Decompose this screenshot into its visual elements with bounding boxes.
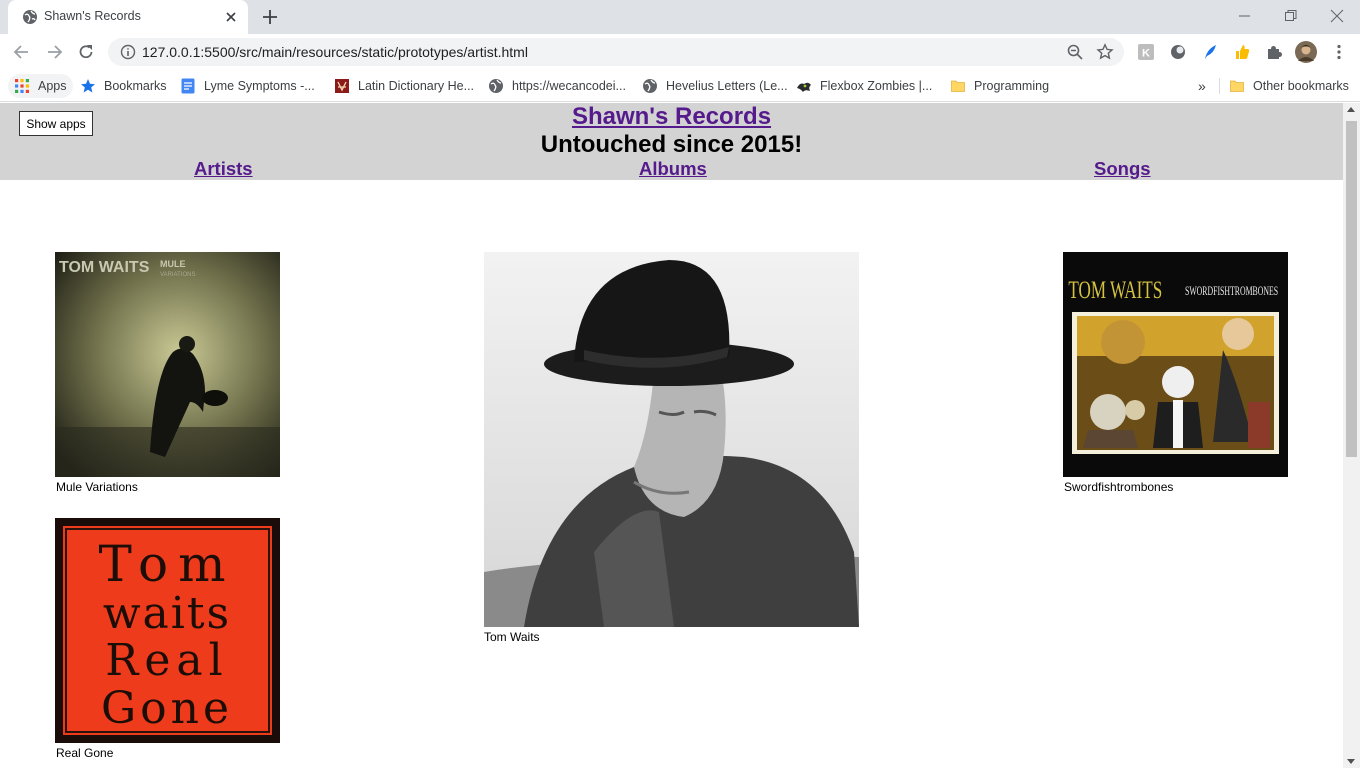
cover-text: Gone xyxy=(101,683,233,734)
album-title[interactable]: Mule Variations xyxy=(56,480,138,494)
bookmark-star-icon[interactable] xyxy=(1096,43,1114,61)
nav-artists-link[interactable]: Artists xyxy=(194,158,253,180)
bookmark-label: Lyme Symptoms -... xyxy=(204,79,315,93)
forward-arrow-icon[interactable] xyxy=(44,42,64,62)
album-cover-real-gone[interactable]: Tom waits Real Gone xyxy=(55,518,280,743)
minimize-button[interactable] xyxy=(1222,4,1268,28)
album-card-real-gone[interactable]: Tom waits Real Gone Real Gone xyxy=(55,518,280,763)
bookmark-flexbox-zombies[interactable]: Flexbox Zombies |... xyxy=(796,74,932,98)
info-icon[interactable] xyxy=(120,44,136,60)
zoom-icon[interactable] xyxy=(1066,43,1084,61)
cover-text: TOM WAITS xyxy=(1068,276,1162,304)
back-arrow-icon[interactable] xyxy=(12,42,32,62)
bookmarks-bar: Apps Bookmarks Lyme Symptoms -... Latin … xyxy=(0,70,1360,102)
menu-kebab-icon[interactable] xyxy=(1330,43,1348,61)
tab-title: Shawn's Records xyxy=(44,9,141,23)
close-tab-icon[interactable] xyxy=(222,8,240,26)
bookmark-label: Flexbox Zombies |... xyxy=(820,79,933,93)
bookmark-wecancode[interactable]: https://wecancodei... xyxy=(488,74,626,98)
extension-thumbs-up-icon[interactable] xyxy=(1233,43,1251,61)
more-bookmarks-chevron[interactable]: » xyxy=(1198,74,1206,98)
folder-icon xyxy=(951,80,965,92)
bookmark-label: Apps xyxy=(38,79,67,93)
bookmark-label: Other bookmarks xyxy=(1253,79,1349,93)
site-title-link[interactable]: Shawn's Records xyxy=(0,103,1343,131)
minimize-icon xyxy=(1239,15,1250,17)
bookmark-hevelius-letters[interactable]: Hevelius Letters (Le... xyxy=(642,74,788,98)
extensions-puzzle-icon[interactable] xyxy=(1265,43,1283,61)
scroll-down-arrow-icon[interactable] xyxy=(1347,759,1355,764)
album-card-mule-variations[interactable]: TOM WAITS MULE VARIATIONS Mule Variation… xyxy=(55,252,280,497)
album-cover-mule-variations[interactable]: TOM WAITS MULE VARIATIONS xyxy=(55,252,280,477)
site-header: Shawn's Records Untouched since 2015! Sh… xyxy=(0,103,1343,180)
close-window-button[interactable] xyxy=(1314,4,1360,28)
bookmark-label: https://wecancodei... xyxy=(512,79,626,93)
cover-text: SWORDFISHTROMBONES xyxy=(1185,286,1278,299)
close-window-icon xyxy=(1330,9,1344,23)
chevron-double-right-icon: » xyxy=(1198,78,1206,94)
bookmark-label: Bookmarks xyxy=(104,79,167,93)
cover-text: waits xyxy=(103,588,231,639)
bookmark-label: Latin Dictionary He... xyxy=(358,79,475,93)
album-card-swordfishtrombones[interactable]: TOM WAITS SWORDFISHTROMBONES Swordfishtr… xyxy=(1063,252,1288,497)
bookmark-programming-folder[interactable]: Programming xyxy=(950,74,1049,98)
nav-songs-link[interactable]: Songs xyxy=(1094,158,1151,180)
artist-photo xyxy=(484,252,859,627)
globe-icon xyxy=(643,79,657,93)
cover-text: Tom xyxy=(99,535,236,593)
bookmarks-divider xyxy=(1219,78,1220,94)
extension-k-icon[interactable]: K xyxy=(1137,43,1155,61)
artist-name: Tom Waits xyxy=(484,630,540,644)
folder-icon xyxy=(1230,80,1244,92)
bookmark-label: Hevelius Letters (Le... xyxy=(666,79,788,93)
cover-text: Real xyxy=(105,635,228,686)
page-viewport: Shawn's Records Untouched since 2015! Sh… xyxy=(0,103,1343,768)
new-tab-icon[interactable] xyxy=(260,7,280,27)
docs-icon xyxy=(181,78,195,94)
nav-albums-link[interactable]: Albums xyxy=(639,158,707,180)
reload-icon[interactable] xyxy=(76,42,96,62)
globe-icon xyxy=(489,79,503,93)
extension-feather-icon[interactable] xyxy=(1201,43,1219,61)
tab-strip: Shawn's Records xyxy=(0,0,1360,34)
browser-tab[interactable]: Shawn's Records xyxy=(8,0,248,34)
browser-toolbar: 127.0.0.1:5500/src/main/resources/static… xyxy=(0,34,1360,70)
bookmark-lyme-symptoms[interactable]: Lyme Symptoms -... xyxy=(180,74,315,98)
bookmark-other-bookmarks[interactable]: Other bookmarks xyxy=(1229,74,1349,98)
apps-grid-icon xyxy=(15,79,29,93)
star-icon xyxy=(81,79,95,93)
profile-avatar[interactable] xyxy=(1295,41,1317,63)
album-cover-swordfishtrombones[interactable]: TOM WAITS SWORDFISHTROMBONES xyxy=(1063,252,1288,477)
album-title[interactable]: Real Gone xyxy=(56,746,113,760)
extension-circle-icon[interactable] xyxy=(1169,43,1187,61)
album-title[interactable]: Swordfishtrombones xyxy=(1064,480,1173,494)
site-tagline: Untouched since 2015! xyxy=(540,131,803,158)
cover-text: VARIATIONS xyxy=(160,272,195,278)
scroll-up-arrow-icon[interactable] xyxy=(1347,107,1355,112)
scrollbar-thumb[interactable] xyxy=(1346,121,1357,457)
url-text: 127.0.0.1:5500/src/main/resources/static… xyxy=(142,44,528,60)
show-apps-button[interactable]: Show apps xyxy=(19,111,93,136)
vertical-scrollbar[interactable] xyxy=(1343,103,1360,768)
zombie-icon xyxy=(797,82,811,92)
bookmark-latin-dictionary[interactable]: Latin Dictionary He... xyxy=(334,74,474,98)
latin-dictionary-icon xyxy=(335,79,349,93)
address-bar[interactable]: 127.0.0.1:5500/src/main/resources/static… xyxy=(108,38,1124,66)
bookmark-bookmarks[interactable]: Bookmarks xyxy=(80,74,167,98)
cover-text: MULE xyxy=(160,259,186,269)
artist-card: Tom Waits xyxy=(484,252,859,647)
bookmark-apps[interactable]: Apps xyxy=(8,74,73,98)
svg-text:K: K xyxy=(1142,48,1150,60)
bookmark-label: Programming xyxy=(974,79,1050,93)
restore-icon xyxy=(1285,10,1297,21)
restore-button[interactable] xyxy=(1268,4,1314,28)
globe-icon xyxy=(23,10,37,24)
cover-text: TOM WAITS xyxy=(59,259,150,276)
